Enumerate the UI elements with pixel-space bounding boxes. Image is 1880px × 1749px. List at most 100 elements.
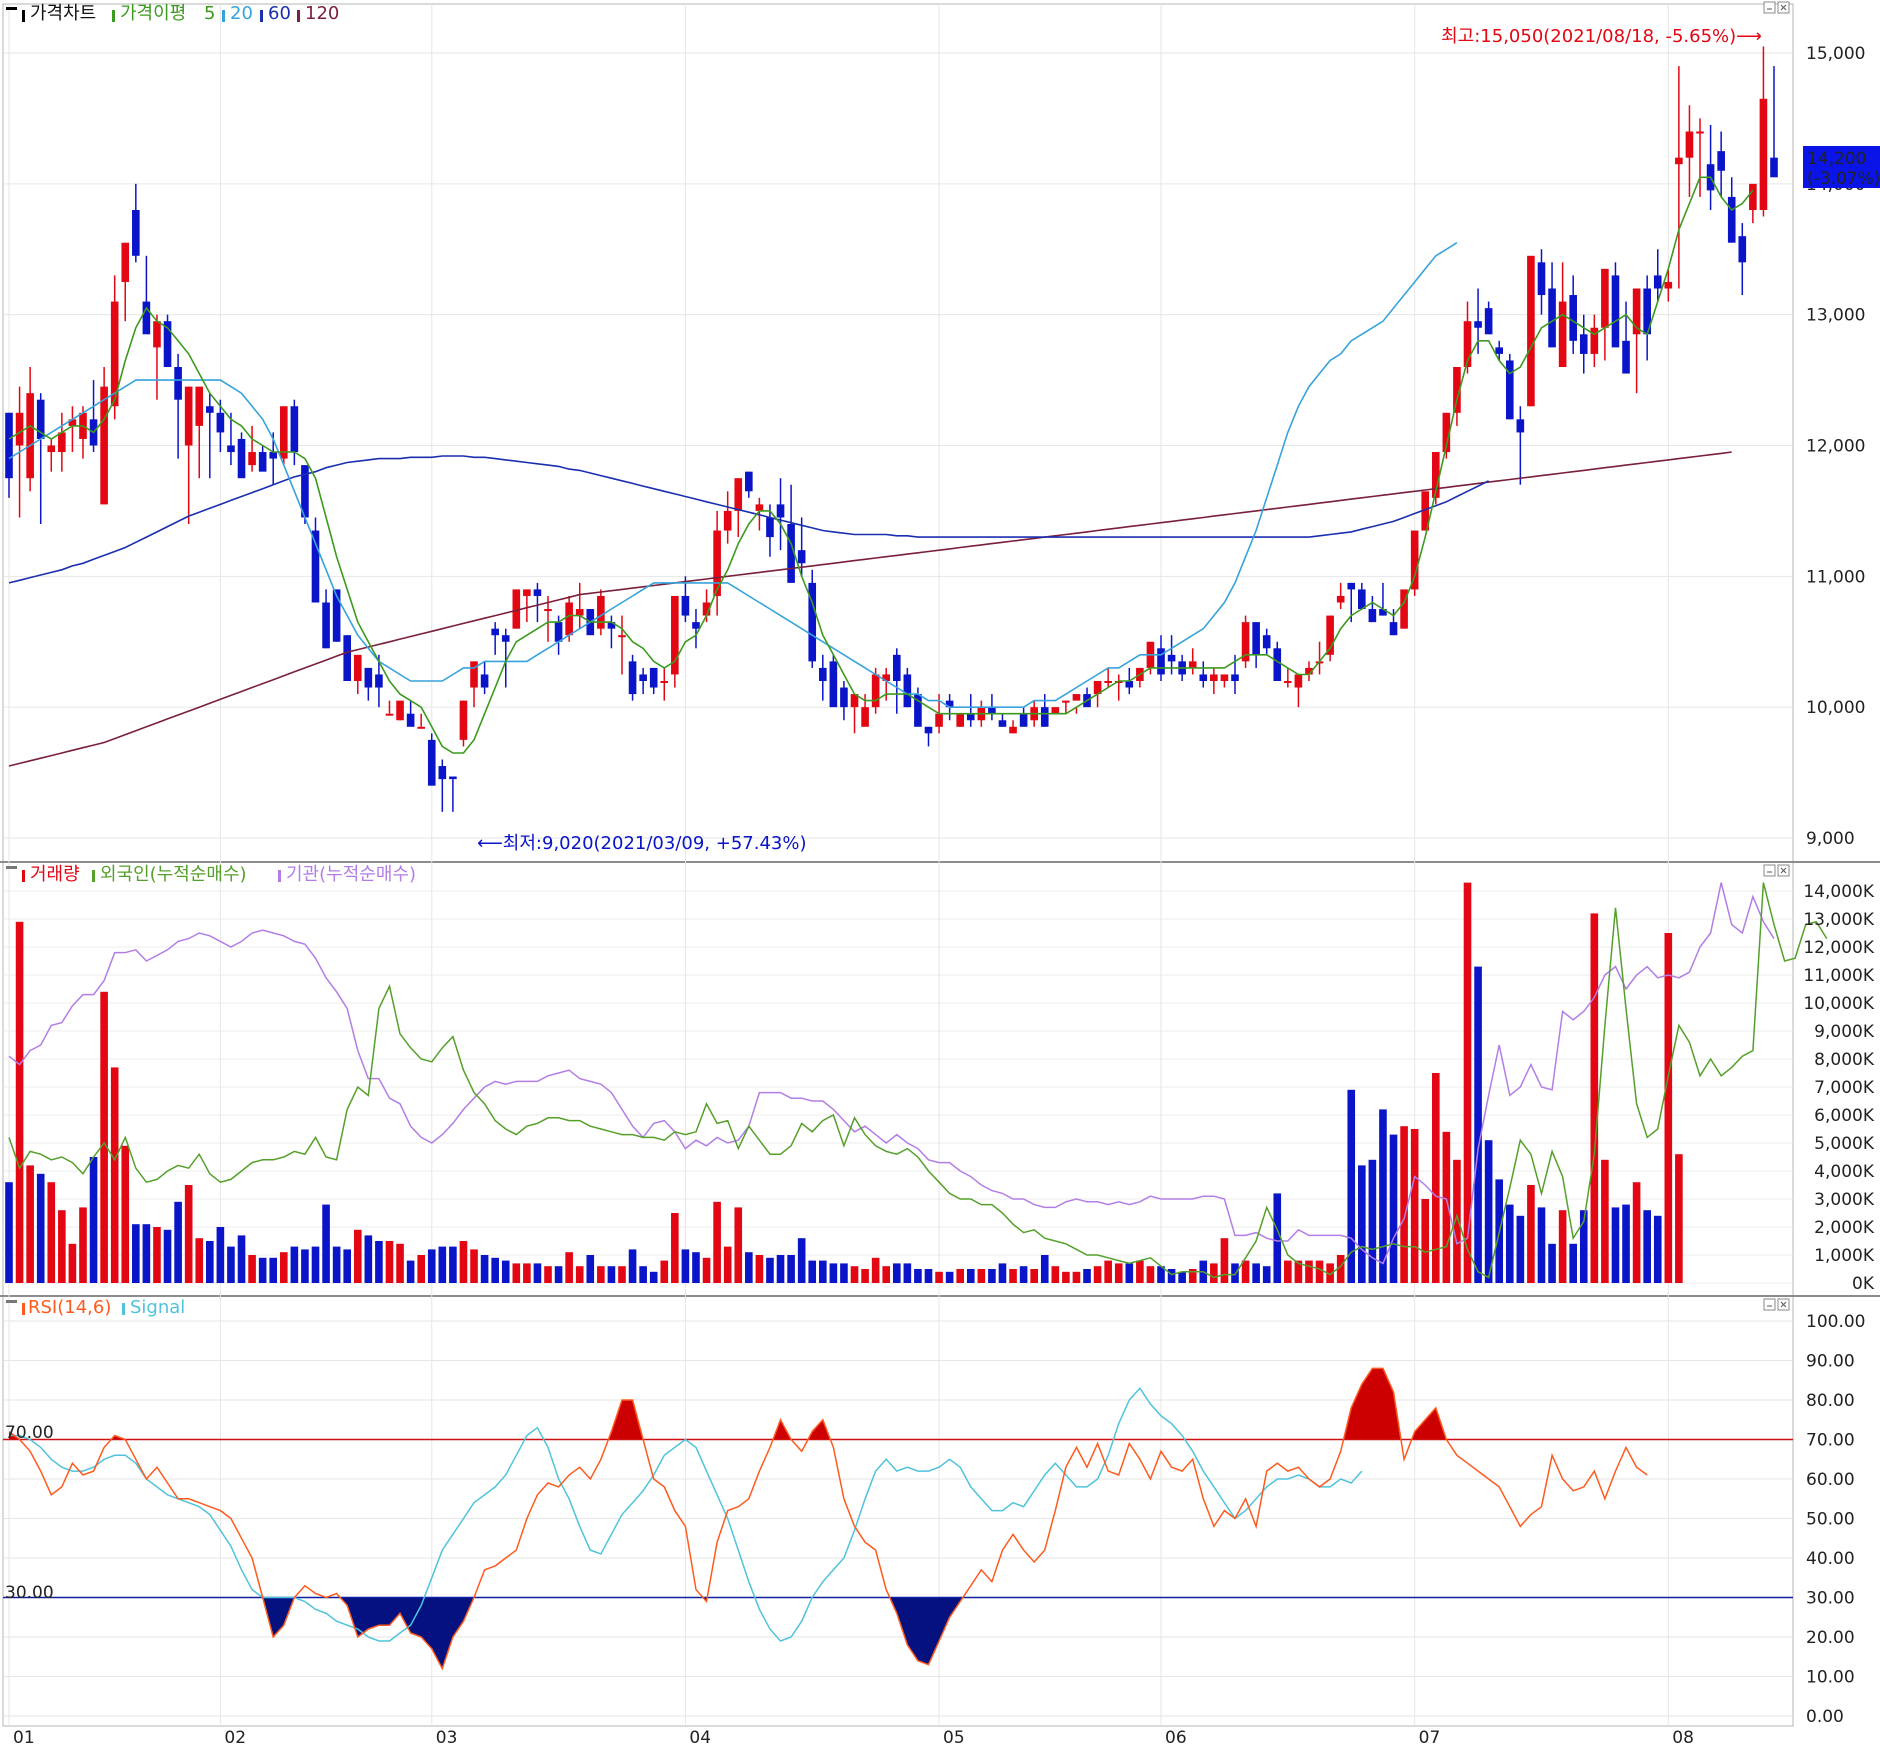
volume-bar — [1368, 1159, 1377, 1283]
candle-body — [723, 510, 732, 531]
minimize-icon[interactable] — [1763, 864, 1776, 877]
volume-bar — [290, 1246, 299, 1283]
volume-axis-label: 6,000K — [1814, 1106, 1875, 1126]
volume-bar — [1178, 1271, 1186, 1283]
rsi-axis-label: 10.00 — [1806, 1668, 1855, 1688]
candle-body — [195, 386, 204, 426]
volume-bar — [1284, 1260, 1292, 1283]
volume-bar — [639, 1266, 647, 1283]
candle-body — [1051, 707, 1060, 714]
volume-bar — [1431, 1073, 1440, 1283]
candle-body — [840, 687, 848, 708]
volume-bar — [248, 1255, 256, 1283]
volume-bar — [1083, 1269, 1091, 1283]
volume-bar — [1241, 1260, 1250, 1283]
volume-bar — [956, 1269, 965, 1283]
volume-bar — [1040, 1255, 1049, 1283]
volume-bar — [322, 1204, 330, 1283]
candle-body — [1389, 622, 1398, 636]
volume-bar — [206, 1241, 214, 1283]
volume-bar — [840, 1263, 848, 1283]
candle-body — [1040, 707, 1049, 727]
volume-bar — [153, 1227, 161, 1283]
volume-bar — [301, 1249, 309, 1283]
volume-axis-label: 5,000K — [1814, 1134, 1875, 1154]
rsi-level-high-label: 70.00 — [5, 1423, 54, 1443]
candle-body — [755, 504, 764, 511]
rsi-level-low-label: 30.00 — [5, 1583, 54, 1603]
rsi-axis-label: 50.00 — [1806, 1510, 1855, 1530]
month-label: 03 — [436, 1728, 458, 1748]
candle-body — [1336, 595, 1345, 603]
volume-bar — [1167, 1269, 1176, 1283]
candle-body — [26, 393, 34, 479]
volume-bar — [79, 1207, 87, 1283]
rsi-axis-label: 100.00 — [1806, 1312, 1865, 1332]
candle-body — [1410, 530, 1419, 590]
volume-bar — [1463, 882, 1472, 1283]
legend-ma-label: 가격이평 — [120, 3, 186, 24]
volume-bar — [1210, 1263, 1218, 1283]
volume-axis-label: 12,000K — [1803, 938, 1874, 958]
volume-bar — [375, 1241, 383, 1283]
volume-bar — [713, 1201, 721, 1283]
volume-bar — [1136, 1260, 1144, 1283]
rsi-axis-label: 0.00 — [1806, 1707, 1844, 1727]
volume-bar — [998, 1263, 1007, 1283]
volume-bar — [1675, 1154, 1683, 1283]
candle-body — [269, 452, 278, 459]
volume-bar — [1262, 1266, 1271, 1283]
volume-bar — [597, 1266, 605, 1283]
candle-body — [1548, 288, 1556, 348]
candle-body — [5, 412, 13, 479]
candle-body — [1653, 275, 1662, 289]
candle-body — [903, 674, 912, 708]
volume-bar — [15, 921, 24, 1283]
volume-bar — [766, 1257, 774, 1283]
volume-bar — [258, 1257, 267, 1283]
volume-bar — [269, 1257, 278, 1283]
price-axis-label: 11,000 — [1806, 567, 1865, 587]
legend-price-title: 가격차트 — [30, 3, 96, 24]
candle-body — [956, 713, 965, 727]
volume-bar — [1104, 1260, 1112, 1283]
candle-body — [1210, 674, 1218, 681]
volume-axis-label: 7,000K — [1814, 1078, 1875, 1098]
candle-body — [1474, 321, 1482, 328]
legend-ma60: 60 — [268, 3, 291, 24]
candle-body — [1601, 268, 1609, 328]
volume-bar — [829, 1263, 838, 1283]
candle-body — [58, 432, 66, 453]
volume-bar — [755, 1255, 764, 1283]
minimize-icon[interactable] — [1763, 1, 1776, 14]
candle-body — [1611, 275, 1620, 348]
rsi-legend: RSI(14,6) Signal — [6, 1297, 185, 1318]
candle-body — [1569, 295, 1577, 341]
candle-body — [713, 530, 721, 596]
candle-body — [1252, 622, 1260, 655]
high-annotation: 최고:15,050(2021/08/18, -5.65%)⟶ — [1441, 26, 1762, 47]
candle-body — [1062, 700, 1070, 703]
candle-body — [935, 713, 943, 727]
candle-body — [311, 530, 320, 603]
month-label: 02 — [224, 1728, 246, 1748]
candle-body — [660, 681, 669, 683]
rsi-axis-label: 90.00 — [1806, 1352, 1855, 1372]
minimize-icon[interactable] — [1763, 1298, 1776, 1311]
candle-body — [480, 674, 489, 688]
volume-bar — [649, 1271, 658, 1283]
volume-bar — [808, 1260, 817, 1283]
candle-body — [353, 654, 362, 681]
legend-ma5: 5 — [204, 3, 215, 24]
candle-body — [1622, 340, 1630, 374]
candle-body — [206, 406, 214, 413]
candle-body — [745, 471, 753, 492]
price-axis-label: 12,000 — [1806, 437, 1865, 457]
volume-bar — [1252, 1263, 1260, 1283]
current-price-box: 14,200 (-3.07%) — [1803, 146, 1880, 189]
volume-axis-label: 1,000K — [1814, 1246, 1875, 1266]
volume-bar — [364, 1235, 373, 1283]
volume-bar — [1093, 1266, 1102, 1283]
volume-bar — [1484, 1140, 1493, 1283]
candle-body — [100, 386, 108, 505]
